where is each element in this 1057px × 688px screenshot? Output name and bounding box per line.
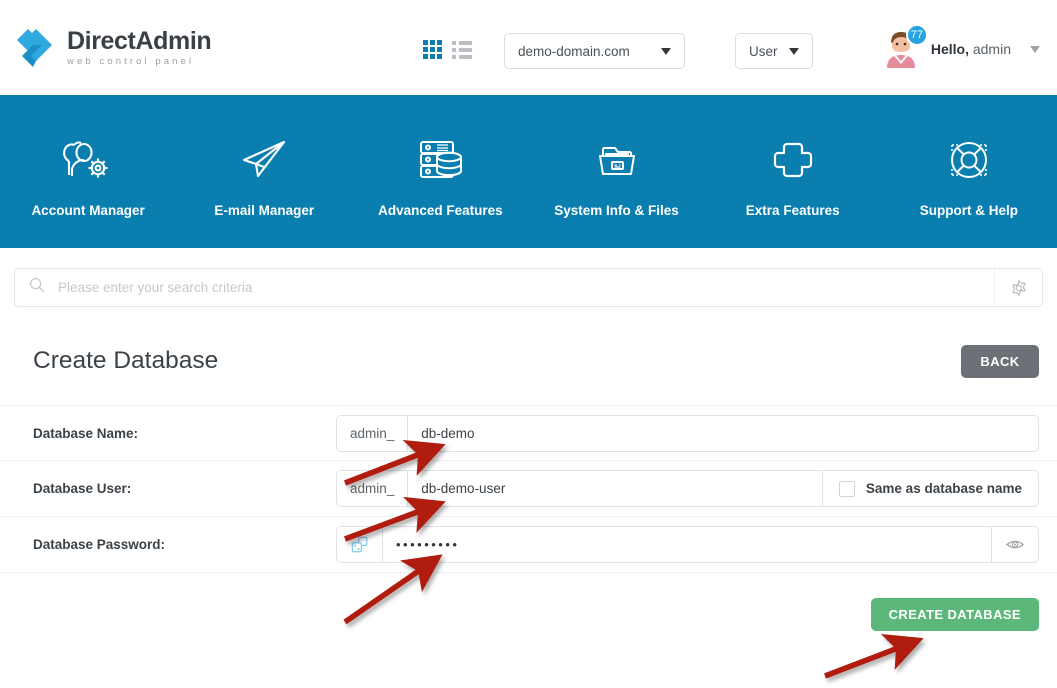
brand-title-direct: Direct xyxy=(67,26,136,55)
checkbox-label: Same as database name xyxy=(865,481,1022,496)
grid-view-icon[interactable] xyxy=(423,40,442,59)
database-password-field-group[interactable]: ••••••••• xyxy=(336,526,1039,563)
database-name-field-group[interactable]: admin_ xyxy=(336,414,1039,452)
page-content: Create Database BACK Database Name: admi… xyxy=(0,330,1057,631)
search-bar[interactable] xyxy=(14,268,1043,307)
greeting-hello: Hello, xyxy=(930,41,969,57)
database-password-input[interactable]: ••••••••• xyxy=(383,527,991,562)
database-server-icon xyxy=(365,131,515,189)
eye-icon[interactable] xyxy=(991,527,1038,562)
arrow-to-create-button xyxy=(824,633,924,679)
paper-plane-icon xyxy=(189,131,339,189)
notification-badge: 77 xyxy=(905,24,928,46)
database-password-label: Database Password: xyxy=(33,537,166,552)
create-database-form: Database Name: admin_ Database User: adm… xyxy=(0,405,1057,631)
checkbox-box[interactable] xyxy=(838,480,855,497)
search-icon xyxy=(29,277,45,298)
database-name-input[interactable] xyxy=(408,415,1038,451)
nav-item-email-manager[interactable]: E-mail Manager xyxy=(189,131,339,218)
form-row-database-password: Database Password: ••••••••• xyxy=(0,517,1057,573)
nav-label: System Info & Files xyxy=(554,203,679,218)
user-menu[interactable]: 77 Hello, admin xyxy=(882,24,1040,68)
user-type-selector[interactable]: User xyxy=(735,33,813,69)
form-row-database-name: Database Name: admin_ xyxy=(0,405,1057,461)
nav-label: Advanced Features xyxy=(378,203,503,218)
user-greeting: Hello, admin xyxy=(931,41,1011,57)
nav-label: Extra Features xyxy=(745,203,840,218)
same-as-database-name-checkbox[interactable]: Same as database name xyxy=(821,471,1038,506)
back-button[interactable]: BACK xyxy=(961,344,1039,378)
nav-item-account-manager[interactable]: Account Manager xyxy=(13,131,163,218)
top-bar: DirectAdmin web control panel demo-domai… xyxy=(0,0,1057,95)
brand-subtitle: web control panel xyxy=(67,55,195,67)
nav-label: Support & Help xyxy=(919,203,1018,218)
page-header: Create Database BACK xyxy=(0,330,1057,392)
folder-files-icon xyxy=(542,131,692,189)
plus-icon xyxy=(718,131,868,189)
chevron-down-icon xyxy=(789,47,799,55)
domain-selector-value: demo-domain.com xyxy=(518,43,630,59)
nav-item-advanced-features[interactable]: Advanced Features xyxy=(365,131,515,218)
database-user-prefix: admin_ xyxy=(337,471,409,506)
chevron-down-icon[interactable] xyxy=(1030,45,1040,53)
chevron-down-icon xyxy=(661,47,671,55)
submit-row: CREATE DATABASE xyxy=(0,573,1057,631)
nav-label: E-mail Manager xyxy=(214,203,315,218)
greeting-username: admin xyxy=(972,41,1011,57)
avatar[interactable]: 77 xyxy=(882,24,928,68)
database-name-prefix: admin_ xyxy=(337,415,409,451)
nav-label: Account Manager xyxy=(31,203,145,218)
database-user-label: Database User: xyxy=(33,481,132,496)
search-input[interactable] xyxy=(56,279,994,296)
brand-logo[interactable]: DirectAdmin web control panel xyxy=(14,26,212,70)
gear-icon[interactable] xyxy=(994,269,1042,306)
nav-item-support-help[interactable]: Support & Help xyxy=(894,131,1044,218)
lifebuoy-icon xyxy=(894,131,1044,189)
page-title: Create Database xyxy=(33,347,219,374)
chevron-logo-icon xyxy=(17,28,52,67)
form-row-database-user: Database User: admin_ Same as database n… xyxy=(0,461,1057,517)
create-database-button[interactable]: CREATE DATABASE xyxy=(870,598,1039,631)
database-name-label: Database Name: xyxy=(33,425,139,441)
list-view-icon[interactable] xyxy=(452,40,472,59)
view-toggle-group xyxy=(423,40,472,59)
users-gear-icon xyxy=(13,131,163,189)
nav-item-extra-features[interactable]: Extra Features xyxy=(718,131,868,218)
nav-item-system-info-files[interactable]: System Info & Files xyxy=(542,131,692,218)
database-user-input[interactable] xyxy=(408,471,822,506)
domain-selector[interactable]: demo-domain.com xyxy=(504,33,685,69)
database-user-field-group[interactable]: admin_ Same as database name xyxy=(336,470,1039,507)
brand-title-admin: Admin xyxy=(135,26,212,55)
main-navigation: Account Manager E-mail Manager Advanced … xyxy=(0,95,1057,248)
user-type-value: User xyxy=(749,43,778,59)
dice-random-icon[interactable] xyxy=(337,527,383,562)
